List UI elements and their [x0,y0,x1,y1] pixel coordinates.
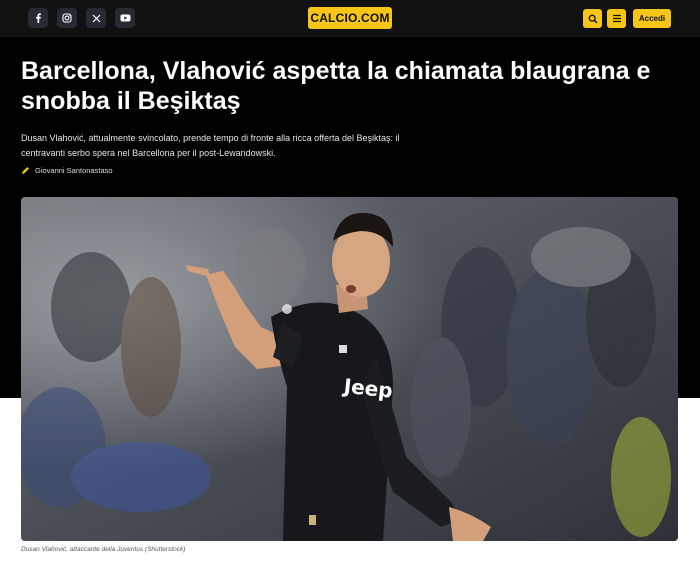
hamburger-icon [612,14,621,23]
article-image: Jeep [21,197,678,541]
image-caption: Dusan Vlahović, attaccante della Juventu… [21,546,186,553]
login-button[interactable]: Accedi [633,9,671,28]
article-title: Barcellona, Vlahović aspetta la chiamata… [21,57,651,115]
facebook-icon[interactable] [28,8,48,28]
top-navigation-bar: CALCIO.COM Accedi [0,0,700,37]
logo-text: CALCIO.COM [310,11,390,25]
search-icon [588,14,597,23]
menu-button[interactable] [607,9,626,28]
author-name[interactable]: Giovanni Santonastaso [35,166,113,175]
youtube-icon[interactable] [115,8,135,28]
article-description: Dusan Vlahović, attualmente svincolato, … [21,133,400,158]
search-button[interactable] [583,9,602,28]
article-author: Giovanni Santonastaso [21,166,113,175]
x-icon[interactable] [86,8,106,28]
site-logo[interactable]: CALCIO.COM [308,7,392,29]
pencil-icon [22,167,29,174]
instagram-icon[interactable] [57,8,77,28]
